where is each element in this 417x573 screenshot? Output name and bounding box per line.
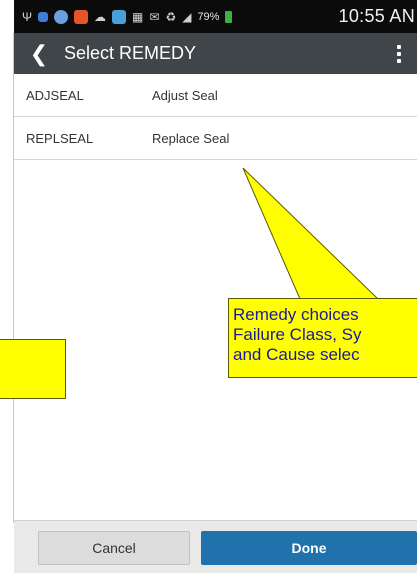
image-icon	[112, 9, 127, 24]
list-item[interactable]: REPLSEAL Replace Seal	[14, 117, 417, 160]
remedy-code: REPLSEAL	[26, 130, 94, 146]
notification-icon	[38, 11, 49, 22]
overflow-dot	[397, 51, 401, 56]
app-bar: ❮ Select REMEDY	[14, 33, 417, 74]
app-notification-icon	[74, 9, 89, 24]
status-time: 10:55 AN	[338, 6, 415, 26]
callout-line: and Cause selec	[233, 345, 360, 364]
page-title: Select REMEDY	[64, 43, 197, 63]
status-bar: Ψ ☁ ▦ ✉ ♻ ◢ 79% 10:55 AN	[14, 0, 417, 33]
usb-icon: Ψ	[22, 9, 33, 24]
battery-icon	[225, 10, 233, 23]
remedy-list: ADJSEAL Adjust Seal REPLSEAL Replace Sea…	[14, 74, 417, 160]
back-button[interactable]: ❮	[14, 41, 64, 67]
cloud-upload-icon: ☁	[94, 9, 107, 24]
chrome-icon	[54, 9, 69, 24]
overflow-menu-button[interactable]	[397, 44, 401, 63]
cancel-button[interactable]: Cancel	[38, 531, 190, 565]
chevron-left-icon: ❮	[29, 40, 49, 66]
battery-percent: 79%	[197, 10, 220, 23]
remedy-description: Adjust Seal	[152, 87, 218, 103]
callout-line: Failure Class, Sy	[233, 325, 362, 344]
overflow-dot	[397, 44, 401, 49]
remedy-description: Replace Seal	[152, 130, 230, 146]
signal-icon: ◢	[182, 9, 192, 24]
mail-icon: ✉	[149, 9, 160, 24]
done-button[interactable]: Done	[201, 531, 417, 565]
wifi-icon: ♻	[165, 9, 177, 24]
document-icon: ▦	[132, 9, 144, 24]
overflow-dot	[397, 58, 401, 63]
annotation-callout: Remedy choices Failure Class, Sy and Cau…	[228, 298, 417, 378]
remedy-code: ADJSEAL	[26, 87, 84, 103]
action-bar: Cancel Done	[14, 520, 417, 573]
list-item[interactable]: ADJSEAL Adjust Seal	[14, 74, 417, 117]
annotation-callout-left	[0, 339, 66, 399]
callout-pointer-shape	[242, 167, 380, 300]
callout-line: Remedy choices	[233, 305, 359, 324]
